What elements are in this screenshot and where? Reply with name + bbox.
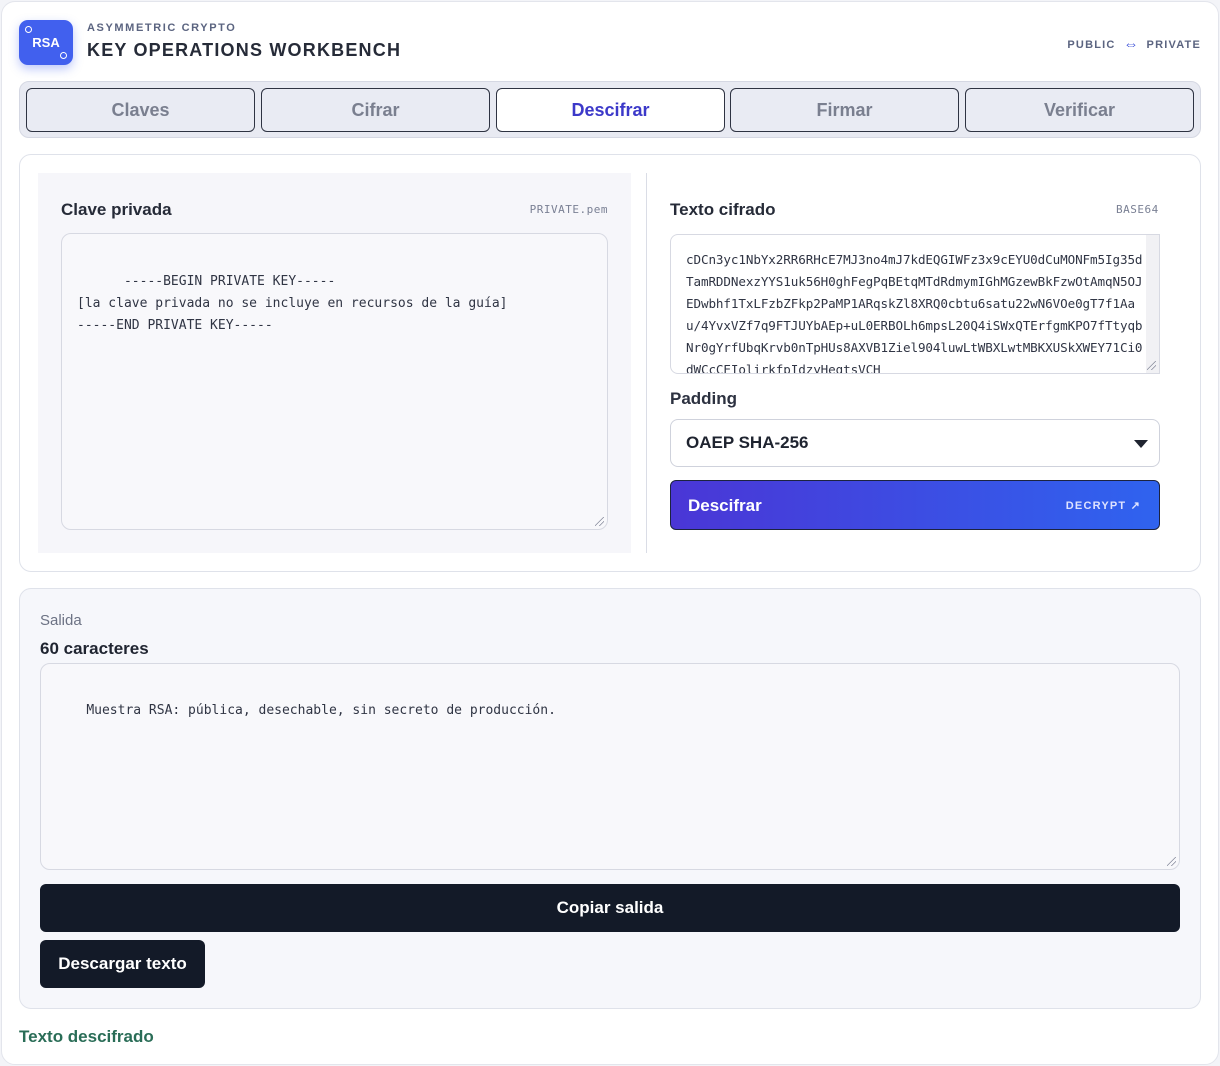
output-value: Muestra RSA: pública, desechable, sin se…: [86, 703, 556, 718]
decrypt-button-label: Descifrar: [688, 496, 762, 515]
tab-verificar[interactable]: Verificar: [965, 88, 1194, 132]
resize-grip-icon[interactable]: [1167, 857, 1176, 866]
ciphertext-title: Texto cifrado: [670, 200, 776, 219]
ciphertext-scrollbar[interactable]: [1146, 235, 1159, 373]
padding-label: Padding: [670, 389, 738, 408]
operation-tabs: Claves Cifrar Descifrar Firmar Verificar: [19, 81, 1201, 138]
chevron-down-icon: [1134, 440, 1148, 448]
output-eyebrow: Salida: [40, 612, 82, 629]
tab-cifrar[interactable]: Cifrar: [261, 88, 490, 132]
output-card: Salida 60 caracteres Muestra RSA: públic…: [19, 588, 1201, 1009]
tab-descifrar[interactable]: Descifrar: [496, 88, 725, 132]
decrypt-card: Clave privada PRIVATE.pem -----BEGIN PRI…: [19, 154, 1201, 572]
resize-grip-icon[interactable]: [595, 517, 604, 526]
app-eyebrow: ASYMMETRIC CRYPTO: [87, 22, 237, 34]
logo-dot-icon: [60, 52, 67, 59]
download-text-button[interactable]: Descargar texto: [40, 940, 205, 988]
logo-label: RSA: [32, 35, 60, 50]
padding-selected-value: OAEP SHA-256: [686, 433, 809, 452]
resize-grip-icon[interactable]: [1147, 361, 1156, 370]
private-key-value: -----BEGIN PRIVATE KEY----- [la clave pr…: [77, 274, 508, 333]
output-char-count: 60 caracteres: [40, 639, 149, 658]
page-title: KEY OPERATIONS WORKBENCH: [87, 40, 402, 60]
ciphertext-format-tag: BASE64: [1116, 203, 1159, 216]
private-key-file-tag: PRIVATE.pem: [529, 203, 608, 216]
private-key-textarea[interactable]: -----BEGIN PRIVATE KEY----- [la clave pr…: [61, 233, 608, 530]
logo-dot-icon: [25, 26, 32, 33]
panel-divider: [646, 173, 647, 553]
rsa-logo: RSA: [19, 20, 73, 65]
ciphertext-textarea[interactable]: cDCn3yc1NbYx2RR6RHcE7MJ3no4mJ7kdEQGIWFz3…: [670, 234, 1160, 374]
output-textarea[interactable]: Muestra RSA: pública, desechable, sin se…: [40, 663, 1180, 870]
key-pair-indicator: PUBLIC ⇔ PRIVATE: [1067, 36, 1201, 53]
tab-claves[interactable]: Claves: [26, 88, 255, 132]
pair-public-label: PUBLIC: [1067, 38, 1116, 51]
private-key-panel: Clave privada PRIVATE.pem -----BEGIN PRI…: [38, 173, 631, 553]
copy-output-button[interactable]: Copiar salida: [40, 884, 1180, 932]
status-message: Texto descifrado: [19, 1027, 154, 1046]
swap-arrows-icon: ⇔: [1123, 36, 1139, 53]
pair-private-label: PRIVATE: [1146, 38, 1201, 51]
tab-firmar[interactable]: Firmar: [730, 88, 959, 132]
decrypt-button[interactable]: Descifrar DECRYPT ↗: [670, 480, 1160, 530]
private-key-title: Clave privada: [61, 200, 172, 219]
ciphertext-value: cDCn3yc1NbYx2RR6RHcE7MJ3no4mJ7kdEQGIWFz3…: [686, 252, 1143, 374]
decrypt-button-hint: DECRYPT ↗: [1065, 500, 1141, 512]
padding-select[interactable]: OAEP SHA-256: [670, 419, 1160, 467]
